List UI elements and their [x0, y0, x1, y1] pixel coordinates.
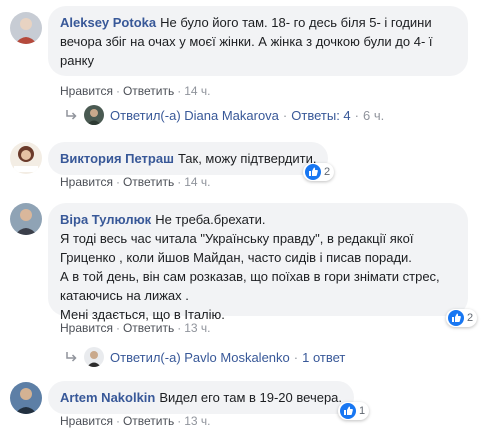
comment-time[interactable]: 13 ч. [184, 414, 210, 428]
like-link[interactable]: Нравится [60, 321, 113, 335]
separator: · [115, 414, 120, 428]
reply-summary[interactable]: Ответил(-а) Diana Makarova · Ответы: 4 · 6 ч… [64, 105, 384, 125]
reply-arrow-icon [66, 110, 77, 120]
reactions-badge[interactable]: 1 [338, 402, 370, 420]
reactions-badge[interactable]: 2 [446, 309, 478, 327]
comment-text: Видел его там в 19-20 вечера. [159, 390, 343, 405]
comment-author[interactable]: Виктория Петраш [60, 151, 174, 166]
reply-link[interactable]: Ответить [123, 84, 174, 98]
like-icon [448, 310, 464, 326]
separator: · [115, 175, 120, 189]
separator: · [115, 321, 120, 335]
reply-time: 6 ч. [363, 107, 385, 123]
comment-time[interactable]: 14 ч. [184, 175, 210, 189]
separator: · [177, 84, 182, 98]
reactions-badge[interactable]: 2 [303, 163, 335, 181]
comment-actions: Нравится · Ответить · 14 ч. [60, 84, 211, 98]
comment-bubble: Віра Тулюлюк Не треба.брехати. Я тоді вес… [48, 203, 468, 322]
reply-link[interactable]: Ответить [123, 321, 174, 335]
reactions-count: 1 [359, 405, 366, 417]
reply-link[interactable]: Ответить [123, 175, 174, 189]
comment-author[interactable]: Aleksey Potoka [60, 15, 156, 30]
avatar-photo-icon [84, 105, 104, 125]
comment-text-line: Я тоді весь час читала "Українську правд… [60, 231, 414, 265]
reply-avatar [84, 105, 104, 125]
like-icon [340, 403, 356, 419]
reply-arrow-icon [66, 352, 77, 362]
like-link[interactable]: Нравится [60, 84, 113, 98]
reply-avatar [84, 347, 104, 367]
comment-actions: Нравится · Ответить · 13 ч. [60, 321, 211, 335]
reply-count[interactable]: 1 ответ [302, 350, 345, 365]
like-link[interactable]: Нравится [60, 175, 113, 189]
comment-text: Так, можу підтвердити. [177, 151, 317, 166]
reply-summary[interactable]: Ответил(-а) Pavlo Moskalenko · 1 ответ [64, 347, 345, 367]
avatar-photo-icon [10, 382, 42, 414]
separator: · [115, 84, 120, 98]
avatar-photo-icon [84, 347, 104, 367]
separator: · [177, 175, 182, 189]
comment-author[interactable]: Віра Тулюлюк [60, 212, 151, 227]
avatar[interactable] [10, 382, 42, 414]
reply-summary-text[interactable]: Ответил(-а) Diana Makarova [110, 108, 279, 123]
reply-summary-text[interactable]: Ответил(-а) Pavlo Moskalenko [110, 350, 290, 365]
comment-text-line: А в той день, він сам розказав, що поїха… [60, 269, 440, 303]
comment-text-line: Не треба.брехати. [155, 212, 266, 227]
avatar[interactable] [10, 12, 42, 44]
separator: · [293, 349, 299, 365]
comment-bubble: Виктория Петраш Так, можу підтвердити. [48, 142, 329, 175]
separator: · [354, 107, 359, 123]
reply-link[interactable]: Ответить [123, 414, 174, 428]
avatar-photo-icon [10, 142, 42, 174]
avatar-photo-icon [10, 203, 42, 235]
reactions-count: 2 [467, 312, 474, 324]
comment-time[interactable]: 13 ч. [184, 321, 210, 335]
comment-actions: Нравится · Ответить · 14 ч. [60, 175, 211, 189]
comment-bubble: Aleksey Potoka Не було його там. 18- го д… [48, 6, 468, 76]
separator: · [282, 107, 288, 123]
avatar-photo-icon [10, 12, 42, 44]
like-icon [305, 164, 321, 180]
reactions-count: 2 [324, 166, 331, 178]
comment-bubble: Artem Nakolkin Видел его там в 19-20 вече… [48, 381, 355, 414]
separator: · [177, 414, 182, 428]
reply-count[interactable]: Ответы: 4 [291, 108, 350, 123]
comment-text-line: Мені здається, що в Італію. [60, 307, 225, 322]
separator: · [177, 321, 182, 335]
avatar[interactable] [10, 203, 42, 235]
avatar[interactable] [10, 142, 42, 174]
comment-author[interactable]: Artem Nakolkin [60, 390, 155, 405]
comment-actions: Нравится · Ответить · 13 ч. [60, 414, 211, 428]
comment-time[interactable]: 14 ч. [184, 84, 210, 98]
like-link[interactable]: Нравится [60, 414, 113, 428]
